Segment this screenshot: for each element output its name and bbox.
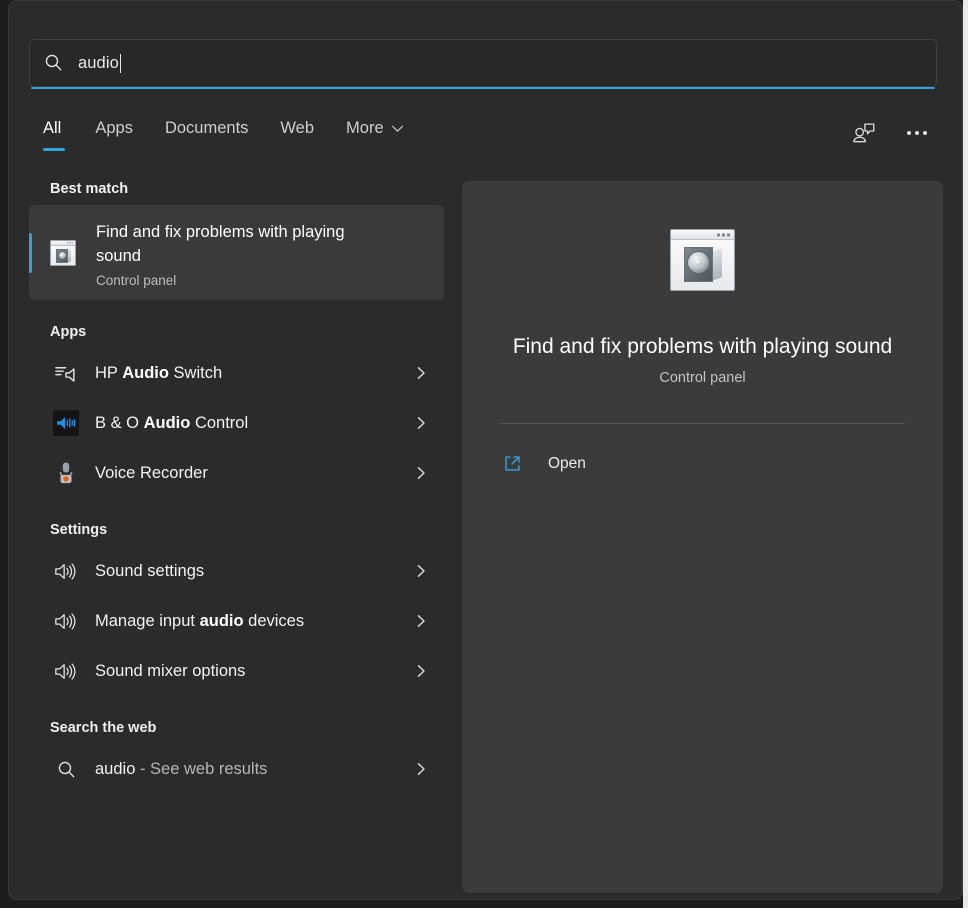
tab-more-label: More	[346, 119, 384, 137]
background-window-sliver	[963, 0, 968, 908]
search-box-focus-underline	[31, 87, 935, 89]
app-result-label: HP Audio Switch	[95, 363, 223, 382]
group-header-apps: Apps	[50, 324, 87, 340]
settings-result-label: Manage input audio devices	[95, 611, 305, 630]
tab-all[interactable]: All	[43, 117, 67, 151]
troubleshooter-sound-icon	[50, 239, 76, 266]
best-match-title: Find and fix problems with playing sound	[96, 222, 345, 265]
preview-action-open[interactable]: Open	[498, 446, 923, 481]
group-header-search-the-web: Search the web	[50, 720, 157, 736]
settings-result-sound-mixer-options[interactable]: Sound mixer options	[29, 646, 444, 696]
windows-search-flyout: audio All Apps Documents Web More Best m…	[8, 0, 963, 900]
filter-tabs: All Apps Documents Web More	[43, 117, 418, 151]
preview-subtitle: Control panel	[659, 370, 746, 386]
selection-accent-bar	[29, 233, 32, 273]
best-match-subtitle: Control panel	[96, 272, 177, 288]
app-result-label: B & O Audio Control	[95, 413, 249, 432]
search-box[interactable]: audio	[29, 39, 937, 87]
group-header-best-match: Best match	[50, 181, 129, 197]
settings-result-sound-settings[interactable]: Sound settings	[29, 546, 444, 596]
tab-documents[interactable]: Documents	[165, 117, 266, 138]
preview-icon-wrap	[482, 229, 923, 291]
web-result-label: audio - See web results	[95, 759, 268, 778]
ellipsis-glyph	[907, 131, 927, 135]
chevron-right-icon[interactable]	[416, 366, 428, 380]
chevron-right-icon[interactable]	[416, 416, 428, 430]
search-box-container[interactable]: audio	[29, 39, 937, 89]
chevron-right-icon[interactable]	[416, 564, 428, 578]
text-caret	[119, 53, 121, 73]
settings-result-label: Sound settings	[95, 561, 205, 580]
bo-audio-control-icon	[50, 407, 82, 439]
preview-title: Find and fix problems with playing sound	[512, 335, 893, 358]
preview-pane: Find and fix problems with playing sound…	[462, 181, 943, 893]
tab-active-indicator	[43, 148, 65, 151]
speaker-icon	[50, 655, 82, 687]
tab-apps-label: Apps	[95, 119, 133, 137]
app-result-bo-audio-control[interactable]: B & O Audio Control	[29, 398, 444, 448]
tab-documents-label: Documents	[164, 119, 249, 137]
settings-result-manage-input-audio-devices[interactable]: Manage input audio devices	[29, 596, 444, 646]
preview-divider	[500, 423, 905, 424]
best-match-texts: Find and fix problems with playing sound…	[96, 218, 386, 288]
group-header-settings: Settings	[50, 522, 108, 538]
hp-audio-switch-icon	[50, 357, 82, 389]
best-match-result[interactable]: Find and fix problems with playing sound…	[29, 205, 444, 300]
web-result-audio[interactable]: audio - See web results	[29, 744, 444, 794]
preview-action-label: Open	[548, 454, 586, 472]
settings-result-label: Sound mixer options	[95, 661, 246, 680]
app-result-hp-audio-switch[interactable]: HP Audio Switch	[29, 348, 444, 398]
chevron-right-icon[interactable]	[416, 664, 428, 678]
tab-apps[interactable]: Apps	[95, 117, 151, 138]
more-options-icon[interactable]	[902, 119, 932, 147]
app-result-label: Voice Recorder	[95, 463, 208, 482]
chevron-right-icon[interactable]	[416, 466, 428, 480]
tab-web[interactable]: Web	[280, 117, 332, 138]
tab-web-label: Web	[280, 119, 315, 137]
search-input-value[interactable]: audio	[78, 54, 119, 73]
search-icon	[50, 753, 82, 785]
chevron-right-icon[interactable]	[416, 614, 428, 628]
speaker-icon	[50, 555, 82, 587]
feedback-icon[interactable]	[848, 119, 878, 147]
tab-more[interactable]: More	[346, 117, 404, 138]
results-list: Best match Find and fix problems with pl…	[29, 181, 454, 893]
chevron-down-icon	[391, 119, 404, 138]
tab-all-label: All	[43, 119, 62, 137]
speaker-icon	[50, 605, 82, 637]
header-actions	[848, 119, 932, 147]
chevron-right-icon[interactable]	[416, 762, 428, 776]
search-icon	[44, 53, 72, 73]
open-external-icon	[498, 454, 526, 473]
voice-recorder-icon	[50, 457, 82, 489]
app-result-voice-recorder[interactable]: Voice Recorder	[29, 448, 444, 498]
troubleshooter-sound-icon	[670, 229, 735, 291]
